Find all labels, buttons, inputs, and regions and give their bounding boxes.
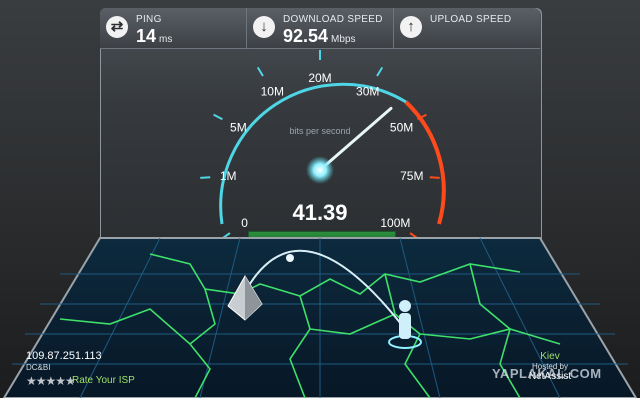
gauge-tick-label: 5M [230, 121, 247, 135]
download-label: DOWNLOAD SPEED [283, 14, 383, 25]
download-section: ↓ DOWNLOAD SPEED 92.54 Mbps [247, 8, 394, 48]
download-arrow-icon: ↓ [253, 16, 275, 38]
gauge-tick [200, 176, 211, 179]
download-value: 92.54 Mbps [283, 26, 356, 46]
download-unit: Mbps [331, 34, 356, 45]
gauge-tick [213, 113, 223, 121]
gauge-tick-label: 30M [356, 84, 379, 98]
client-ip: 109.87.251.113 [26, 350, 102, 362]
gauge-tick-label: 100M [380, 216, 410, 230]
needle-hub [306, 156, 334, 184]
ping-label: PING [136, 14, 162, 25]
rating-stars[interactable]: ★★★★★ [26, 374, 76, 388]
gauge-tick-label: 0 [241, 216, 248, 230]
ping-value: 14 ms [136, 26, 173, 46]
gauge-tick-label: 10M [261, 84, 284, 98]
server-city: Kiev [540, 351, 560, 362]
ping-section: ⇄ PING 14 ms [100, 8, 247, 48]
current-speed: 41.39 [292, 200, 348, 225]
client-info: 109.87.251.113 DC&BI ★★★★★ Rate Your ISP [22, 350, 164, 390]
arc-dot [286, 254, 294, 262]
gauge-tick-label: 75M [400, 169, 423, 183]
ping-icon: ⇄ [106, 16, 128, 38]
gauge-tick [429, 176, 440, 179]
upload-label: UPLOAD SPEED [430, 14, 512, 25]
gauge-tick [256, 66, 264, 77]
upload-arrow-icon: ↑ [400, 16, 422, 38]
gauge-tick [376, 66, 384, 77]
watermark: YAPLAKAL.COM [492, 366, 602, 381]
gauge-tick-label: 1M [220, 169, 237, 183]
ping-unit: ms [159, 34, 173, 45]
gauge-caption: bits per second [289, 126, 351, 136]
gauge-tick-label: 50M [390, 121, 413, 135]
client-isp: DC&BI [26, 363, 51, 372]
gauge-needle [318, 106, 393, 172]
upload-section: ↑ UPLOAD SPEED [394, 8, 540, 48]
gauge-tick-label: 20M [308, 71, 331, 85]
rate-isp-link[interactable]: Rate Your ISP [72, 375, 135, 386]
